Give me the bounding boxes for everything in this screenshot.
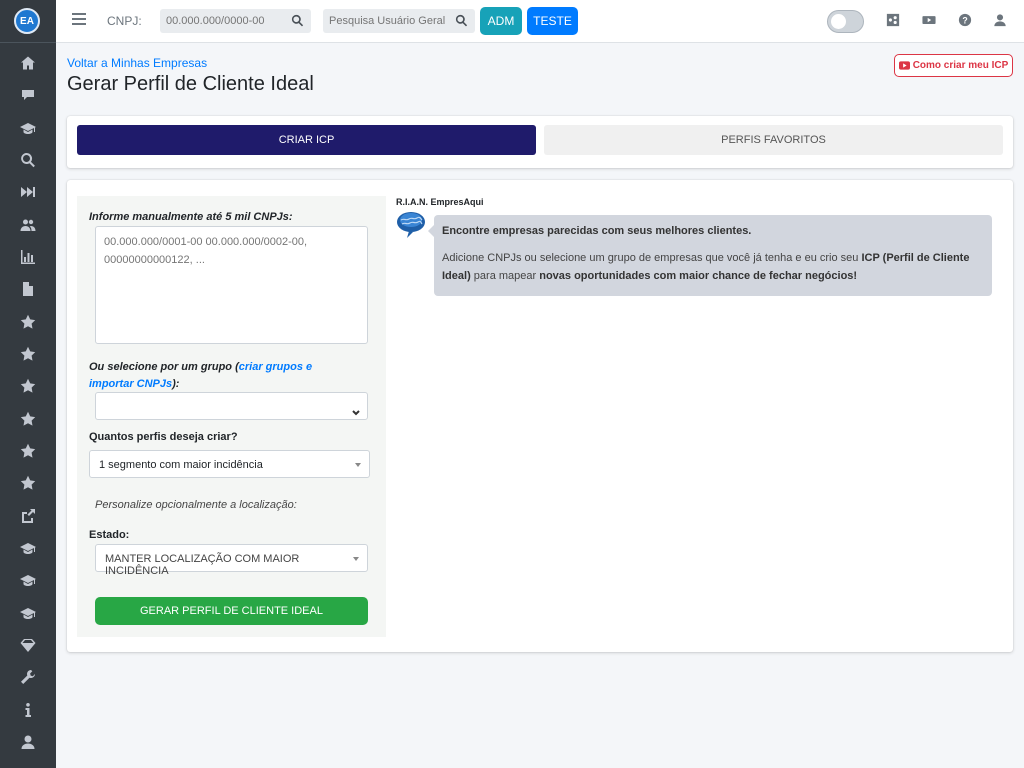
personalize-location-text: Personalize opcionalmente a localização: bbox=[95, 499, 297, 511]
user-search-input[interactable] bbox=[323, 9, 451, 33]
profiles-count-value: 1 segmento com maior incidência bbox=[99, 459, 263, 471]
theme-toggle[interactable] bbox=[827, 10, 864, 33]
generate-icp-button[interactable]: GERAR PERFIL DE CLIENTE IDEAL bbox=[95, 597, 368, 625]
star-icon[interactable] bbox=[18, 376, 38, 396]
share-icon[interactable] bbox=[886, 13, 902, 29]
caret-down-icon bbox=[353, 557, 359, 561]
state-select[interactable]: MANTER LOCALIZAÇÃO COM MAIOR INCIDÊNCIA bbox=[95, 544, 368, 577]
adm-button[interactable]: ADM bbox=[480, 7, 522, 35]
comment-icon[interactable] bbox=[18, 85, 38, 105]
how-to-video-label: Como criar meu ICP bbox=[912, 60, 1009, 71]
star-icon[interactable] bbox=[18, 409, 38, 429]
state-label: Estado: bbox=[89, 529, 130, 541]
tab-criar-icp[interactable]: CRIAR ICP bbox=[77, 125, 536, 155]
icp-form-card: Informe manualmente até 5 mil CNPJs: Ou … bbox=[67, 180, 1013, 652]
gem-icon[interactable] bbox=[18, 635, 38, 655]
back-to-companies-link[interactable]: Voltar a Minhas Empresas bbox=[67, 56, 207, 70]
top-navbar: CNPJ: ADM TESTE ? bbox=[56, 0, 1024, 43]
user-search-box bbox=[323, 9, 475, 33]
youtube-icon bbox=[898, 61, 910, 70]
graduation-cap-icon[interactable] bbox=[18, 538, 38, 558]
cnpj-search-input[interactable] bbox=[160, 9, 288, 33]
search-icon[interactable] bbox=[18, 150, 38, 170]
app-logo[interactable]: EA bbox=[14, 8, 40, 34]
tabs-card: CRIAR ICP PERFIS FAVORITOS bbox=[67, 116, 1013, 168]
star-icon[interactable] bbox=[18, 344, 38, 364]
info-icon[interactable] bbox=[18, 700, 38, 720]
assistant-message-line2: Adicione CNPJs ou selecione um grupo de … bbox=[442, 249, 984, 285]
brain-avatar-icon bbox=[397, 212, 425, 238]
cnpj-search-box bbox=[160, 9, 311, 33]
group-select[interactable] bbox=[95, 392, 368, 420]
page-title: Gerar Perfil de Cliente Ideal bbox=[67, 73, 314, 95]
sidebar: EA bbox=[0, 0, 56, 768]
message-part: para mapear bbox=[470, 270, 540, 282]
wrench-icon[interactable] bbox=[18, 667, 38, 687]
svg-text:?: ? bbox=[962, 16, 967, 26]
assistant-message: Encontre empresas parecidas com seus mel… bbox=[428, 215, 992, 296]
message-bold-opportunities: novas oportunidades com maior chance de … bbox=[539, 270, 858, 282]
search-icon[interactable] bbox=[455, 14, 469, 28]
search-icon[interactable] bbox=[291, 14, 305, 28]
tab-perfis-favoritos[interactable]: PERFIS FAVORITOS bbox=[544, 125, 1003, 155]
group-label-prefix: Ou selecione por um grupo ( bbox=[89, 361, 239, 373]
group-select-label: Ou selecione por um grupo (criar grupos … bbox=[89, 359, 359, 393]
icp-form-panel: Informe manualmente até 5 mil CNPJs: Ou … bbox=[77, 196, 386, 637]
how-to-video-button[interactable]: Como criar meu ICP bbox=[894, 54, 1013, 77]
graduation-cap-icon[interactable] bbox=[18, 118, 38, 138]
assistant-name: R.I.A.N. EmpresAqui bbox=[396, 197, 484, 207]
toggle-knob bbox=[831, 14, 846, 29]
hamburger-menu-icon[interactable] bbox=[72, 13, 86, 27]
cnpj-list-textarea[interactable] bbox=[95, 226, 368, 344]
message-arrow bbox=[428, 225, 434, 237]
logo-divider bbox=[0, 42, 56, 43]
profiles-count-label: Quantos perfis deseja criar? bbox=[89, 431, 238, 443]
graduation-cap-icon[interactable] bbox=[18, 570, 38, 590]
chevron-down-icon bbox=[352, 403, 360, 416]
chart-bar-icon[interactable] bbox=[18, 247, 38, 267]
assistant-message-line1: Encontre empresas parecidas com seus mel… bbox=[442, 225, 752, 237]
graduation-cap-icon[interactable] bbox=[18, 603, 38, 623]
cnpj-label: CNPJ: bbox=[107, 14, 142, 28]
user-icon[interactable] bbox=[993, 13, 1009, 29]
star-icon[interactable] bbox=[18, 441, 38, 461]
file-icon[interactable] bbox=[18, 279, 38, 299]
fast-forward-icon[interactable] bbox=[18, 182, 38, 202]
cnpj-list-label: Informe manualmente até 5 mil CNPJs: bbox=[89, 211, 293, 223]
state-select-value: MANTER LOCALIZAÇÃO COM MAIOR INCIDÊNCIA bbox=[105, 553, 300, 577]
group-label-suffix: ): bbox=[172, 378, 180, 390]
star-icon[interactable] bbox=[18, 473, 38, 493]
star-icon[interactable] bbox=[18, 312, 38, 332]
caret-down-icon bbox=[355, 463, 361, 467]
teste-button[interactable]: TESTE bbox=[527, 7, 578, 35]
home-icon[interactable] bbox=[18, 53, 38, 73]
profiles-count-select[interactable]: 1 segmento com maior incidência bbox=[89, 450, 370, 478]
share-square-icon[interactable] bbox=[18, 506, 38, 526]
youtube-icon[interactable] bbox=[922, 13, 938, 29]
message-part: Adicione CNPJs ou selecione um grupo de … bbox=[442, 252, 862, 264]
help-icon[interactable]: ? bbox=[958, 13, 974, 29]
users-icon[interactable] bbox=[18, 215, 38, 235]
user-icon[interactable] bbox=[18, 732, 38, 752]
